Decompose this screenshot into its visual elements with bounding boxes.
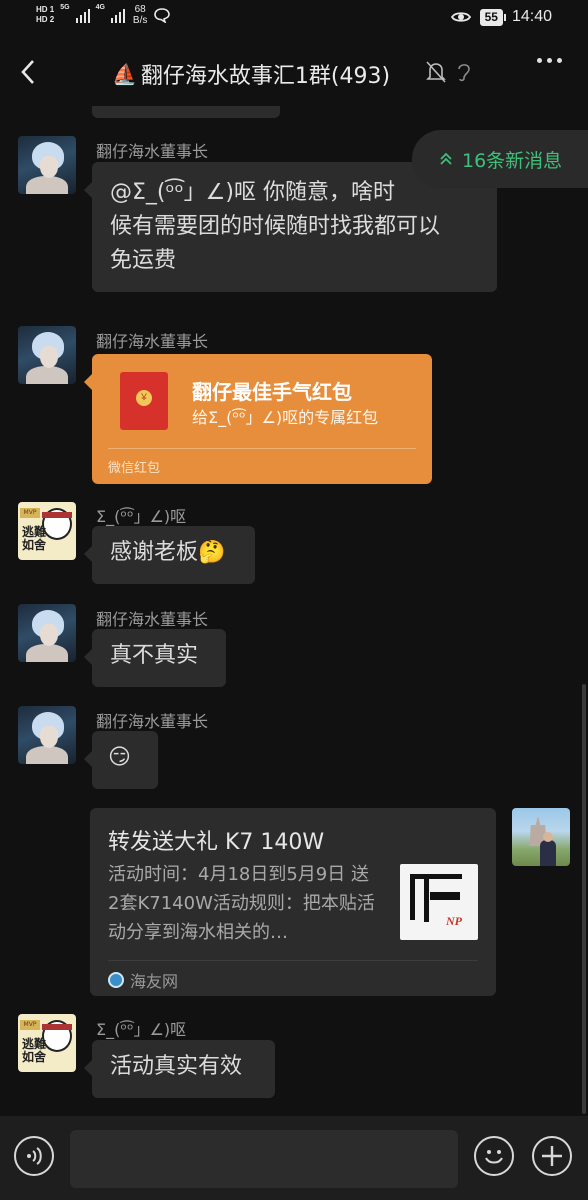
network1-label: 5G	[60, 4, 70, 11]
avatar[interactable]	[18, 706, 76, 764]
my-avatar[interactable]	[512, 808, 570, 866]
status-bar: HD 1 HD 2 5G 4G 68 B/s 55 14:40	[0, 0, 588, 38]
voice-input-button[interactable]	[14, 1136, 54, 1176]
sender-name: Σ_(ᵒ͡ᵒ」∠)呕	[96, 507, 187, 526]
avatar[interactable]	[18, 326, 76, 384]
message-line: 免运费	[110, 248, 177, 273]
red-packet-title: 翻仔最佳手气红包	[192, 380, 352, 404]
plus-icon	[542, 1146, 562, 1166]
back-button[interactable]	[18, 58, 38, 90]
link-card-source-label: 海友网	[130, 972, 179, 991]
message-line: 候有需要团的时候随时找我都可以	[110, 214, 441, 239]
message-input[interactable]	[70, 1130, 458, 1188]
sim2-label: HD 2	[36, 15, 55, 24]
network2-label: 4G	[95, 4, 105, 11]
double-chevron-up-icon	[440, 152, 452, 165]
chat-title: ⛵ 翻仔海水故事汇1群(493)	[112, 58, 390, 90]
avatar[interactable]	[18, 604, 76, 662]
link-card-source: 海友网	[108, 968, 178, 992]
sender-name: Σ_(ᵒ͡ᵒ」∠)呕	[96, 1020, 187, 1039]
avatar[interactable]: MVP 逃難如舍	[18, 1014, 76, 1072]
red-packet-card[interactable]: ￥ 翻仔最佳手气红包 给Σ_(ᵒ͡ᵒ」∠)呕的专属红包 微信红包	[84, 354, 432, 484]
signal1-icon	[75, 7, 90, 23]
sim-indicators: HD 1 HD 2	[36, 5, 54, 25]
chat-header: ⛵ 翻仔海水故事汇1群(493)	[0, 38, 588, 106]
red-packet-footer: 微信红包	[108, 461, 161, 476]
clock: 14:40	[511, 8, 552, 25]
message-bubble[interactable]: 真不真实	[84, 629, 226, 687]
red-packet-subtitle: 给Σ_(ᵒ͡ᵒ」∠)呕的专属红包	[192, 408, 379, 427]
more-actions-button[interactable]	[532, 1136, 572, 1176]
scrollbar[interactable]	[582, 684, 586, 1114]
emoji-button[interactable]	[474, 1136, 514, 1176]
avatar[interactable]	[18, 136, 76, 194]
link-card-title: 转发送大礼 K7 140W	[108, 830, 325, 855]
message-bubble[interactable]: 感谢老板🤔	[84, 526, 255, 584]
link-card-description: 活动时间：4月18日到5月9日 送2套K7140W活动规则：把本贴活动分享到海水…	[108, 864, 375, 943]
sailboat-icon: ⛵	[112, 62, 137, 86]
sender-name: 翻仔海水董事长	[96, 610, 209, 629]
sender-name: 翻仔海水董事长	[96, 712, 209, 731]
message-bubble-partial	[92, 106, 280, 118]
smiley-icon	[485, 1150, 503, 1164]
link-card-thumbnail: NP	[400, 864, 478, 940]
new-messages-label: 16条新消息	[462, 149, 563, 172]
link-card[interactable]: 转发送大礼 K7 140W 活动时间：4月18日到5月9日 送2套K7140W活…	[90, 808, 496, 996]
eye-icon	[450, 12, 471, 22]
speed-unit: B/s	[132, 15, 148, 26]
divider	[108, 448, 416, 449]
sender-name: 翻仔海水董事长	[96, 332, 209, 351]
message-list[interactable]: 16条新消息 翻仔海水董事长 @Σ_(ᵒ͡ᵒ」∠)呕 你随意，啥时 候有需要团的…	[0, 106, 588, 1116]
more-menu-button[interactable]	[537, 58, 562, 63]
chevron-left-icon	[21, 60, 34, 84]
earpiece-icon	[458, 64, 470, 82]
site-logo-icon	[108, 972, 124, 988]
signal2-icon	[110, 7, 125, 23]
speed-value: 68	[134, 4, 146, 15]
voice-icon	[27, 1147, 42, 1165]
thumbnail-logo-text: NP	[446, 914, 462, 928]
sender-name: 翻仔海水董事长	[96, 142, 209, 161]
message-bubble[interactable]: 😏	[84, 731, 158, 789]
chat-bubble-icon	[154, 8, 171, 23]
divider	[108, 960, 478, 961]
red-envelope-icon: ￥	[120, 372, 168, 430]
sim1-label: HD 1	[36, 5, 55, 14]
group-name: 翻仔海水故事汇1群(493)	[140, 64, 391, 89]
input-bar	[0, 1116, 588, 1200]
network-speed: 68 B/s	[133, 4, 147, 26]
avatar[interactable]: MVP 逃難如舍	[18, 502, 76, 560]
battery-indicator: 55	[479, 8, 507, 26]
message-bubble[interactable]: 活动真实有效	[84, 1040, 275, 1098]
bell-muted-icon	[426, 61, 446, 83]
new-messages-button[interactable]: 16条新消息	[412, 130, 588, 188]
